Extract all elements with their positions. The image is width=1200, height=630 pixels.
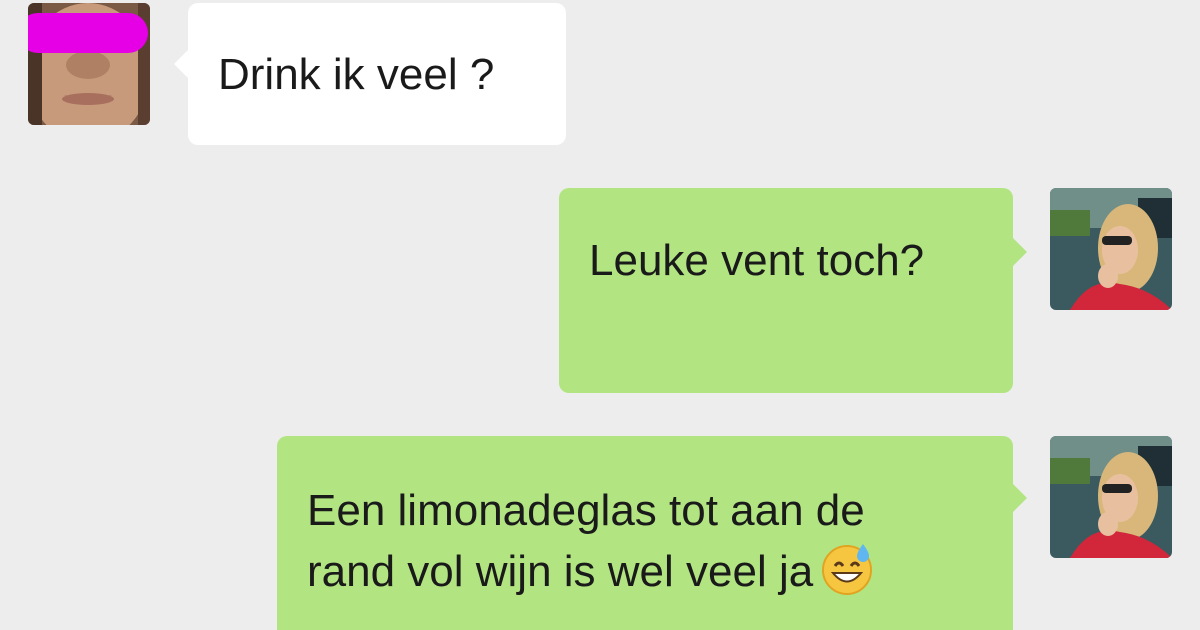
woman-with-sunglasses-photo [1050,436,1172,558]
sent-message-bubble[interactable]: Leuke vent toch? [559,188,1013,393]
sent-bubble-tail [1013,238,1027,266]
message-text: Drink ik veel ? [218,50,495,99]
woman-with-sunglasses-photo [1050,188,1172,310]
message-text-line: Een limonadeglas tot aan de [307,486,865,535]
sent-message-bubble[interactable]: Een limonadeglas tot aan de rand vol wij… [277,436,1013,630]
message-text-line: rand vol wijn is wel veel ja [307,540,1013,601]
received-message-bubble[interactable]: Drink ik veel ? [188,3,566,145]
grinning-face-with-sweat-emoji [819,540,875,596]
self-avatar[interactable] [1050,188,1172,310]
contact-avatar[interactable] [28,3,150,125]
redaction-mark [28,13,148,53]
self-avatar[interactable] [1050,436,1172,558]
received-bubble-tail [174,50,188,78]
contact-face-photo [28,3,150,125]
chat-window: Drink ik veel ? Leuke vent toch? Een lim… [0,0,1200,630]
sent-bubble-tail [1013,484,1027,512]
message-text: Leuke vent toch? [589,236,925,285]
